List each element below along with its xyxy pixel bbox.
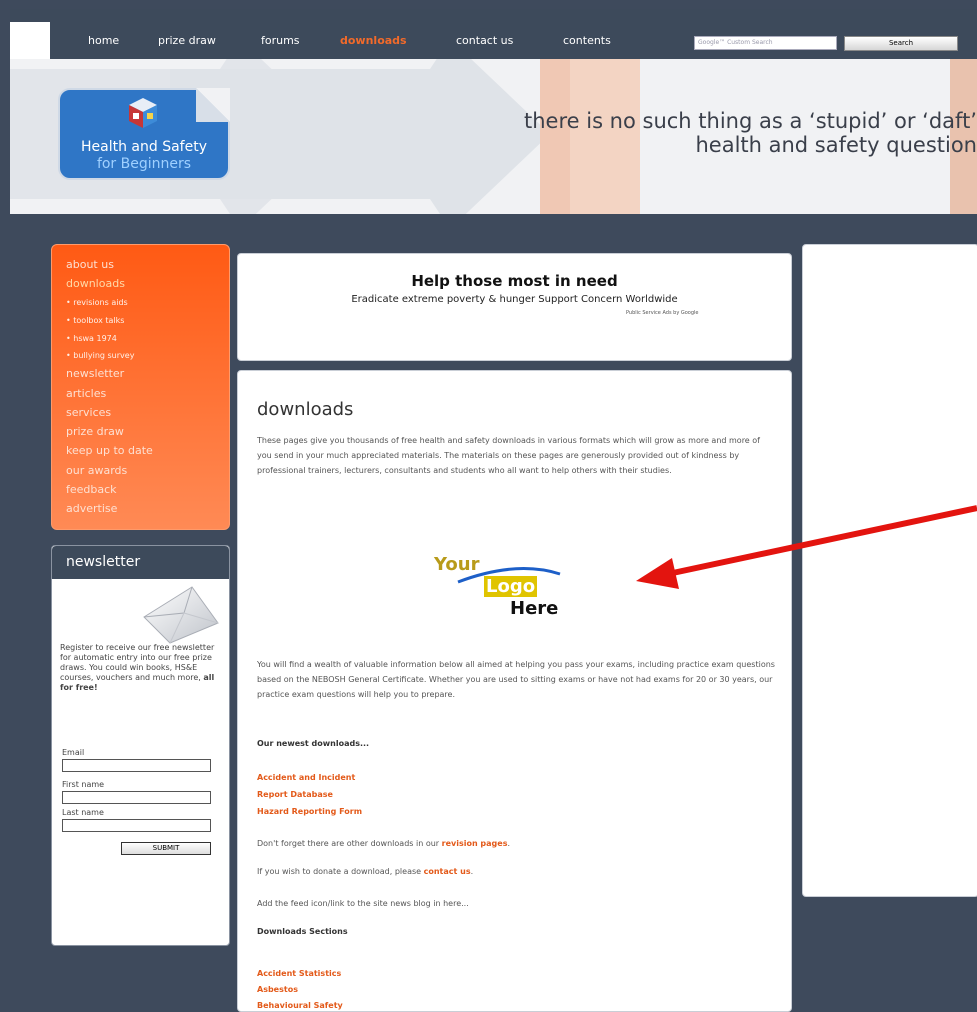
revision-text: Don't forget there are other downloads i… (257, 839, 440, 848)
sidebar-subitem-hswa-1974[interactable]: • hswa 1974 (66, 334, 117, 343)
main-content: downloads These pages give you thousands… (237, 370, 792, 1012)
logo-text-line1: Health and Safety (81, 139, 207, 155)
revision-note: Don't forget there are other downloads i… (257, 839, 511, 848)
sidebar-item-our-awards[interactable]: our awards (66, 464, 127, 477)
sidebar-subitem-bullying-survey[interactable]: • bullying survey (66, 351, 134, 360)
logo-page-fold (196, 88, 230, 122)
newest-downloads-heading: Our newest downloads... (257, 739, 370, 748)
header-tagline: there is no such thing as a ‘stupid’ or … (524, 109, 977, 157)
sidebar-item-prize-draw[interactable]: prize draw (66, 425, 124, 438)
logo-word-logo: Logo (484, 576, 538, 597)
your-logo-here-image: Your Logo Here (430, 554, 590, 624)
sidebar-subitem-toolbox-talks[interactable]: • toolbox talks (66, 316, 124, 325)
logo-word-your: Your (434, 554, 480, 575)
newsletter-panel: newsletter Register to receive our free … (51, 545, 230, 946)
nav-contents[interactable]: contents (563, 34, 611, 47)
sidebar-item-articles[interactable]: articles (66, 387, 106, 400)
sidebar-item-about-us[interactable]: about us (66, 258, 114, 271)
email-field[interactable] (62, 759, 211, 772)
link-accident-incident[interactable]: Accident and Incident (257, 773, 355, 782)
tagline-line2: health and safety question (695, 133, 977, 157)
right-sidebar-panel (802, 244, 977, 897)
public-service-ad[interactable]: Help those most in need Eradicate extrem… (237, 253, 792, 361)
logo-text-line2: for Beginners (96, 156, 192, 172)
link-accident-statistics[interactable]: Accident Statistics (257, 969, 341, 978)
sidebar-item-advertise[interactable]: advertise (66, 502, 117, 515)
envelope-icon (143, 586, 219, 644)
link-report-database[interactable]: Report Database (257, 790, 333, 799)
link-hazard-reporting-form[interactable]: Hazard Reporting Form (257, 807, 362, 816)
tagline-line1: there is no such thing as a ‘stupid’ or … (524, 109, 977, 133)
nav-forums[interactable]: forums (261, 34, 300, 47)
last-name-label: Last name (62, 808, 104, 817)
sidebar-subitem-revision-aids[interactable]: • revisions aids (66, 298, 128, 307)
sidebar-item-keep-up-to-date[interactable]: keep up to date (66, 444, 153, 457)
nav-downloads[interactable]: downloads (340, 34, 407, 47)
downloads-sections-heading: Downloads Sections (257, 927, 348, 936)
first-name-label: First name (62, 780, 105, 789)
ad-subtitle[interactable]: Eradicate extreme poverty & hunger Suppo… (238, 294, 791, 305)
last-name-field[interactable] (62, 819, 211, 832)
donate-note: If you wish to donate a download, please… (257, 867, 474, 876)
top-nav-bar: home prize draw forums downloads contact… (10, 9, 977, 68)
newsletter-title: newsletter (52, 546, 229, 579)
cube-icon (129, 98, 157, 128)
ad-attribution[interactable]: Public Service Ads by Google (626, 310, 699, 316)
newsletter-text: Register to receive our free newsletter … (60, 643, 215, 682)
search-button[interactable]: Search (844, 36, 958, 51)
header-banner: Health and Safety for Beginners there is… (10, 59, 977, 214)
search-input[interactable]: Google™ Custom Search (694, 36, 837, 50)
exam-paragraph: You will find a wealth of valuable infor… (257, 660, 775, 699)
email-label: Email (62, 748, 85, 757)
site-logo[interactable]: Health and Safety for Beginners (58, 88, 230, 180)
sidebar-item-newsletter[interactable]: newsletter (66, 367, 124, 380)
page-title: downloads (257, 399, 354, 420)
revision-pages-link[interactable]: revision pages (442, 839, 508, 848)
donate-text: If you wish to donate a download, please (257, 867, 422, 876)
intro-paragraph: These pages give you thousands of free h… (257, 436, 760, 475)
sidebar-item-services[interactable]: services (66, 406, 111, 419)
link-behavioural-safety[interactable]: Behavioural Safety (257, 1001, 343, 1010)
first-name-field[interactable] (62, 791, 211, 804)
contact-us-link[interactable]: contact us (424, 867, 471, 876)
sidebar-item-feedback[interactable]: feedback (66, 483, 117, 496)
nav-prize-draw[interactable]: prize draw (158, 34, 216, 47)
newsletter-description: Register to receive our free newsletter … (60, 643, 226, 693)
link-asbestos[interactable]: Asbestos (257, 985, 298, 994)
ad-title[interactable]: Help those most in need (238, 272, 791, 290)
submit-button[interactable]: SUBMIT (121, 842, 211, 855)
nav-contact-us[interactable]: contact us (456, 34, 513, 47)
feed-note: Add the feed icon/link to the site news … (257, 899, 469, 908)
nav-home[interactable]: home (88, 34, 119, 47)
sidebar-item-downloads[interactable]: downloads (66, 277, 125, 290)
logo-word-here: Here (510, 598, 559, 619)
